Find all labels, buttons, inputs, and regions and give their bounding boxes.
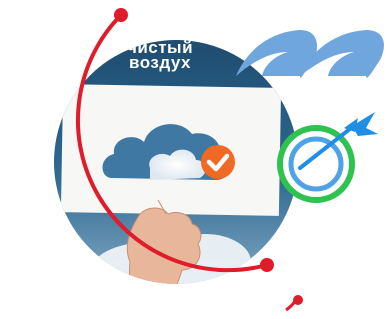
cloud-check-icon	[201, 145, 235, 179]
paper-card	[60, 84, 282, 216]
headline-line-2: воздух	[129, 53, 191, 72]
target-arrow-icon	[277, 112, 378, 203]
illustration-canvas: чистый воздух	[0, 0, 387, 314]
quote-mark-shape	[236, 30, 384, 78]
headline-text: чистый воздух	[100, 39, 220, 72]
